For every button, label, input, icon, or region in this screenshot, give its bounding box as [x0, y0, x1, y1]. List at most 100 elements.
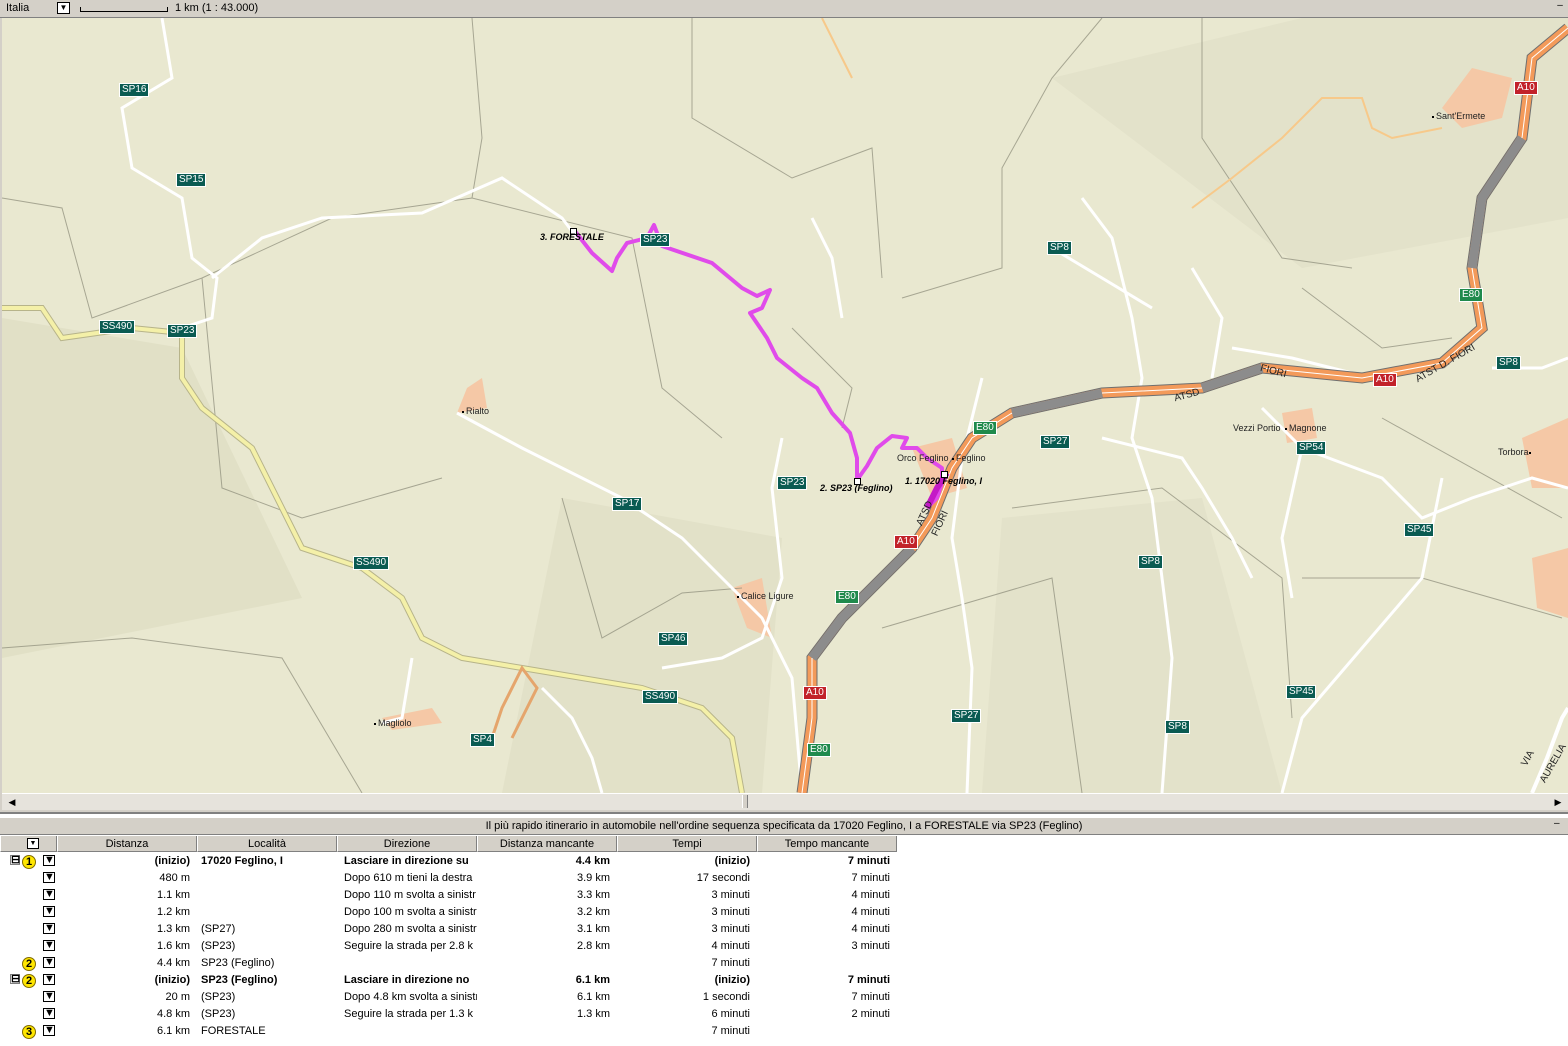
place-label: Vezzi Portio	[1233, 423, 1281, 433]
dropdown-icon[interactable]: ▼	[43, 855, 55, 866]
dropdown-icon[interactable]: ▼	[43, 991, 55, 1002]
cell-dir: Lasciare in direzione no	[344, 974, 470, 986]
dropdown-icon[interactable]: ▼	[43, 1025, 55, 1036]
table-row[interactable]: ▼ 1.6 km (SP23) Seguire la strada per 2.8 k…	[0, 938, 1568, 955]
cell-dist: (inizio)	[154, 855, 190, 867]
dropdown-icon[interactable]: ▼	[43, 872, 55, 883]
road-label-a10: A10	[894, 535, 918, 549]
column-header-tempi[interactable]: Tempi	[617, 836, 757, 852]
place-label: Torbora	[1498, 447, 1531, 457]
cell-trem: 7 minuti	[851, 872, 890, 884]
road-label-a10: A10	[1373, 373, 1397, 387]
cell-rem: 6.1 km	[576, 991, 610, 1003]
dropdown-icon[interactable]: ▼	[43, 906, 55, 917]
scroll-left-icon[interactable]: ◀	[6, 796, 18, 808]
cell-dist: 4.8 km	[156, 1008, 190, 1020]
column-header-direzione[interactable]: Direzione	[337, 836, 477, 852]
minus-icon[interactable]: –	[1554, 1, 1566, 13]
cell-dir: Dopo 110 m svolta a sinistr	[344, 889, 476, 901]
place-label: Orco Feglino	[897, 453, 949, 463]
road-label-sp27: SP27	[951, 709, 982, 723]
dropdown-icon[interactable]: ▼	[27, 838, 39, 849]
column-header-distanza[interactable]: Distanza	[57, 836, 197, 852]
dropdown-icon[interactable]: ▼	[43, 1008, 55, 1019]
cell-time: 4 minuti	[711, 940, 750, 952]
dropdown-icon[interactable]: ▼	[43, 889, 55, 900]
table-row[interactable]: ▼ 4.8 km (SP23) Seguire la strada per 1.3 k…	[0, 1006, 1568, 1023]
table-row[interactable]: 2 ▼ 4.4 km SP23 (Feglino) 7 minuti	[0, 955, 1568, 972]
cell-trem: 4 minuti	[851, 923, 890, 935]
scroll-thumb[interactable]	[742, 795, 748, 808]
road-label-sp23: SP23	[777, 476, 808, 490]
road-label-sp16: SP16	[119, 83, 150, 97]
waypoint-label: 1. 17020 Feglino, I	[905, 476, 983, 486]
cell-loc: 17020 Feglino, I	[201, 855, 283, 867]
cell-time: 7 minuti	[711, 1025, 750, 1037]
cell-rem: 6.1 km	[575, 974, 610, 986]
table-row[interactable]: ▼ 1.3 km (SP27) Dopo 280 m svolta a sinistr…	[0, 921, 1568, 938]
cell-time: (inizio)	[714, 974, 750, 986]
road-label-sp23: SP23	[167, 324, 198, 338]
cell-dir: Dopo 100 m svolta a sinistr	[344, 906, 477, 918]
road-label-sp46: SP46	[658, 632, 689, 646]
dropdown-icon[interactable]: ▼	[43, 974, 55, 985]
place-label: Magnone	[1285, 423, 1327, 433]
dropdown-icon[interactable]: ▼	[43, 957, 55, 968]
collapse-icon[interactable]: ⊟	[10, 974, 20, 985]
scale-bar	[80, 7, 168, 12]
cell-time: 7 minuti	[711, 957, 750, 969]
place-label: Calice Ligure	[737, 591, 794, 601]
column-header-distanza-mancante[interactable]: Distanza mancante	[477, 836, 617, 852]
cell-trem: 4 minuti	[851, 906, 890, 918]
cell-dist: 4.4 km	[156, 957, 190, 969]
table-row[interactable]: ⊟ 2 ▼ (inizio) SP23 (Feglino) Lasciare in dir…	[0, 972, 1568, 989]
place-label: Sant'Ermete	[1432, 111, 1485, 121]
road-label-sp4: SP4	[470, 733, 495, 747]
dropdown-icon[interactable]: ▼	[43, 923, 55, 934]
waypoint-badge: 3	[22, 1025, 36, 1039]
scroll-right-icon[interactable]: ▶	[1552, 796, 1564, 808]
table-row[interactable]: ▼ 1.2 km Dopo 100 m svolta a sinistr 3.2 km…	[0, 904, 1568, 921]
waypoint-badge: 2	[22, 974, 36, 988]
cell-loc: SP23 (Feglino)	[201, 974, 278, 986]
table-row[interactable]: ⊟ 1 ▼ (inizio) 17020 Feglino, I Lasciare in d…	[0, 853, 1568, 870]
cell-trem: 4 minuti	[851, 889, 890, 901]
cell-rem: 3.1 km	[576, 923, 610, 935]
place-label: Magliolo	[374, 718, 412, 728]
column-header-tempo-mancante[interactable]: Tempo mancante	[757, 836, 897, 852]
country-dropdown-icon[interactable]: ▼	[57, 2, 70, 14]
table-row[interactable]: 3 ▼ 6.1 km FORESTALE 7 minuti	[0, 1023, 1568, 1040]
table-row[interactable]: ▼ 480 m Dopo 610 m tieni la destra 3.9 km 17…	[0, 870, 1568, 887]
column-menu-header[interactable]: ▼	[0, 836, 57, 852]
road-label-sp54: SP54	[1296, 441, 1327, 455]
cell-time: 3 minuti	[711, 906, 750, 918]
road-label-a10: A10	[1514, 81, 1538, 95]
road-label-sp8: SP8	[1138, 555, 1163, 569]
collapse-icon[interactable]: ⊟	[10, 855, 20, 866]
cell-dist: 20 m	[165, 991, 190, 1003]
map-horizontal-scrollbar[interactable]: ◀ ▶	[2, 793, 1568, 810]
cell-dist: 480 m	[159, 872, 190, 884]
road-label-a10: A10	[803, 686, 827, 700]
cell-time: 6 minuti	[711, 1008, 750, 1020]
cell-loc: (SP27)	[201, 923, 236, 935]
dropdown-icon[interactable]: ▼	[43, 940, 55, 951]
waypoint-badge: 2	[22, 957, 36, 971]
cell-rem: 3.9 km	[576, 872, 610, 884]
map-view[interactable]: SP16 SP15 SS490 SP23 SP23 SP23 SP17 SS49…	[2, 18, 1568, 793]
cell-dist: 1.1 km	[156, 889, 190, 901]
cell-loc: (SP23)	[201, 991, 236, 1003]
table-row[interactable]: ▼ 1.1 km Dopo 110 m svolta a sinistr 3.3 km…	[0, 887, 1568, 904]
country-label: Italia	[6, 2, 30, 14]
road-label-e80: E80	[807, 743, 831, 757]
minus-icon[interactable]: –	[1554, 818, 1566, 832]
cell-dir: Seguire la strada per 1.3 k	[344, 1008, 474, 1020]
waypoint-label: 3. FORESTALE	[540, 232, 604, 242]
cell-dir: Dopo 280 m svolta a sinistr	[344, 923, 477, 935]
column-header-localita[interactable]: Località	[197, 836, 337, 852]
table-row[interactable]: ▼ 20 m (SP23) Dopo 4.8 km svolta a sinistr 6…	[0, 989, 1568, 1006]
cell-time: 3 minuti	[711, 889, 750, 901]
cell-dist: (inizio)	[154, 974, 190, 986]
place-label: Rialto	[462, 406, 489, 416]
cell-rem: 2.8 km	[576, 940, 610, 952]
